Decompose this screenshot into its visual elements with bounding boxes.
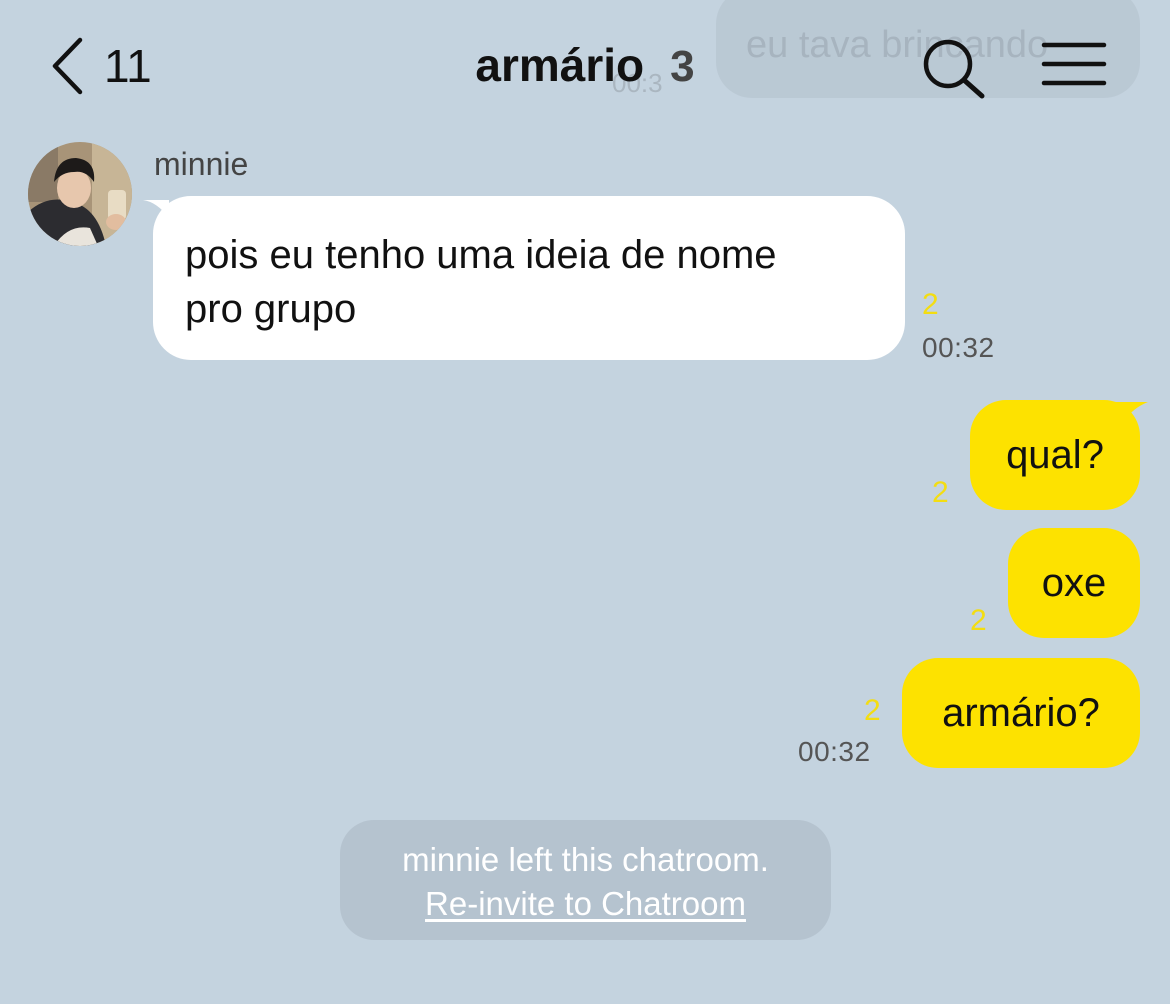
notice-text: minnie left this chatroom. xyxy=(402,841,769,878)
menu-button[interactable] xyxy=(1040,40,1110,90)
outgoing-message-bubble[interactable]: oxe xyxy=(1008,528,1140,638)
avatar[interactable] xyxy=(28,142,132,246)
message-text: oxe xyxy=(1041,560,1107,605)
unread-count: 2 xyxy=(922,288,939,321)
search-button[interactable] xyxy=(920,36,990,102)
menu-icon xyxy=(1040,42,1110,94)
outgoing-message-bubble[interactable]: qual? xyxy=(970,400,1140,510)
outgoing-message-bubble[interactable]: armário? xyxy=(902,658,1140,768)
ghost-message-text: eu tava brincando xyxy=(746,24,1049,66)
unread-count: 2 xyxy=(864,694,881,727)
message-time: 00:32 xyxy=(922,332,995,363)
message-line: pois eu tenho uma ideia de nome xyxy=(185,233,777,277)
unread-count: 2 xyxy=(970,604,987,637)
reinvite-link[interactable]: Re-invite to Chatroom xyxy=(425,882,746,926)
system-notice: minnie left this chatroom. Re-invite to … xyxy=(340,820,831,940)
unread-count: 2 xyxy=(932,476,949,509)
member-count[interactable]: 3 xyxy=(670,42,694,92)
search-icon xyxy=(920,39,990,106)
chat-title[interactable]: armário xyxy=(475,38,644,92)
back-button[interactable]: 11 xyxy=(50,36,160,96)
message-text: qual? xyxy=(1006,432,1104,477)
message-time: 00:32 xyxy=(798,736,871,767)
message-text: armário? xyxy=(942,690,1100,735)
incoming-message-bubble[interactable]: pois eu tenho uma ideia de nome pro grup… xyxy=(153,196,905,360)
chevron-left-icon xyxy=(50,37,84,95)
message-line: pro grupo xyxy=(185,287,357,331)
sender-name: minnie xyxy=(154,146,249,182)
back-unread-count: 11 xyxy=(104,40,152,92)
